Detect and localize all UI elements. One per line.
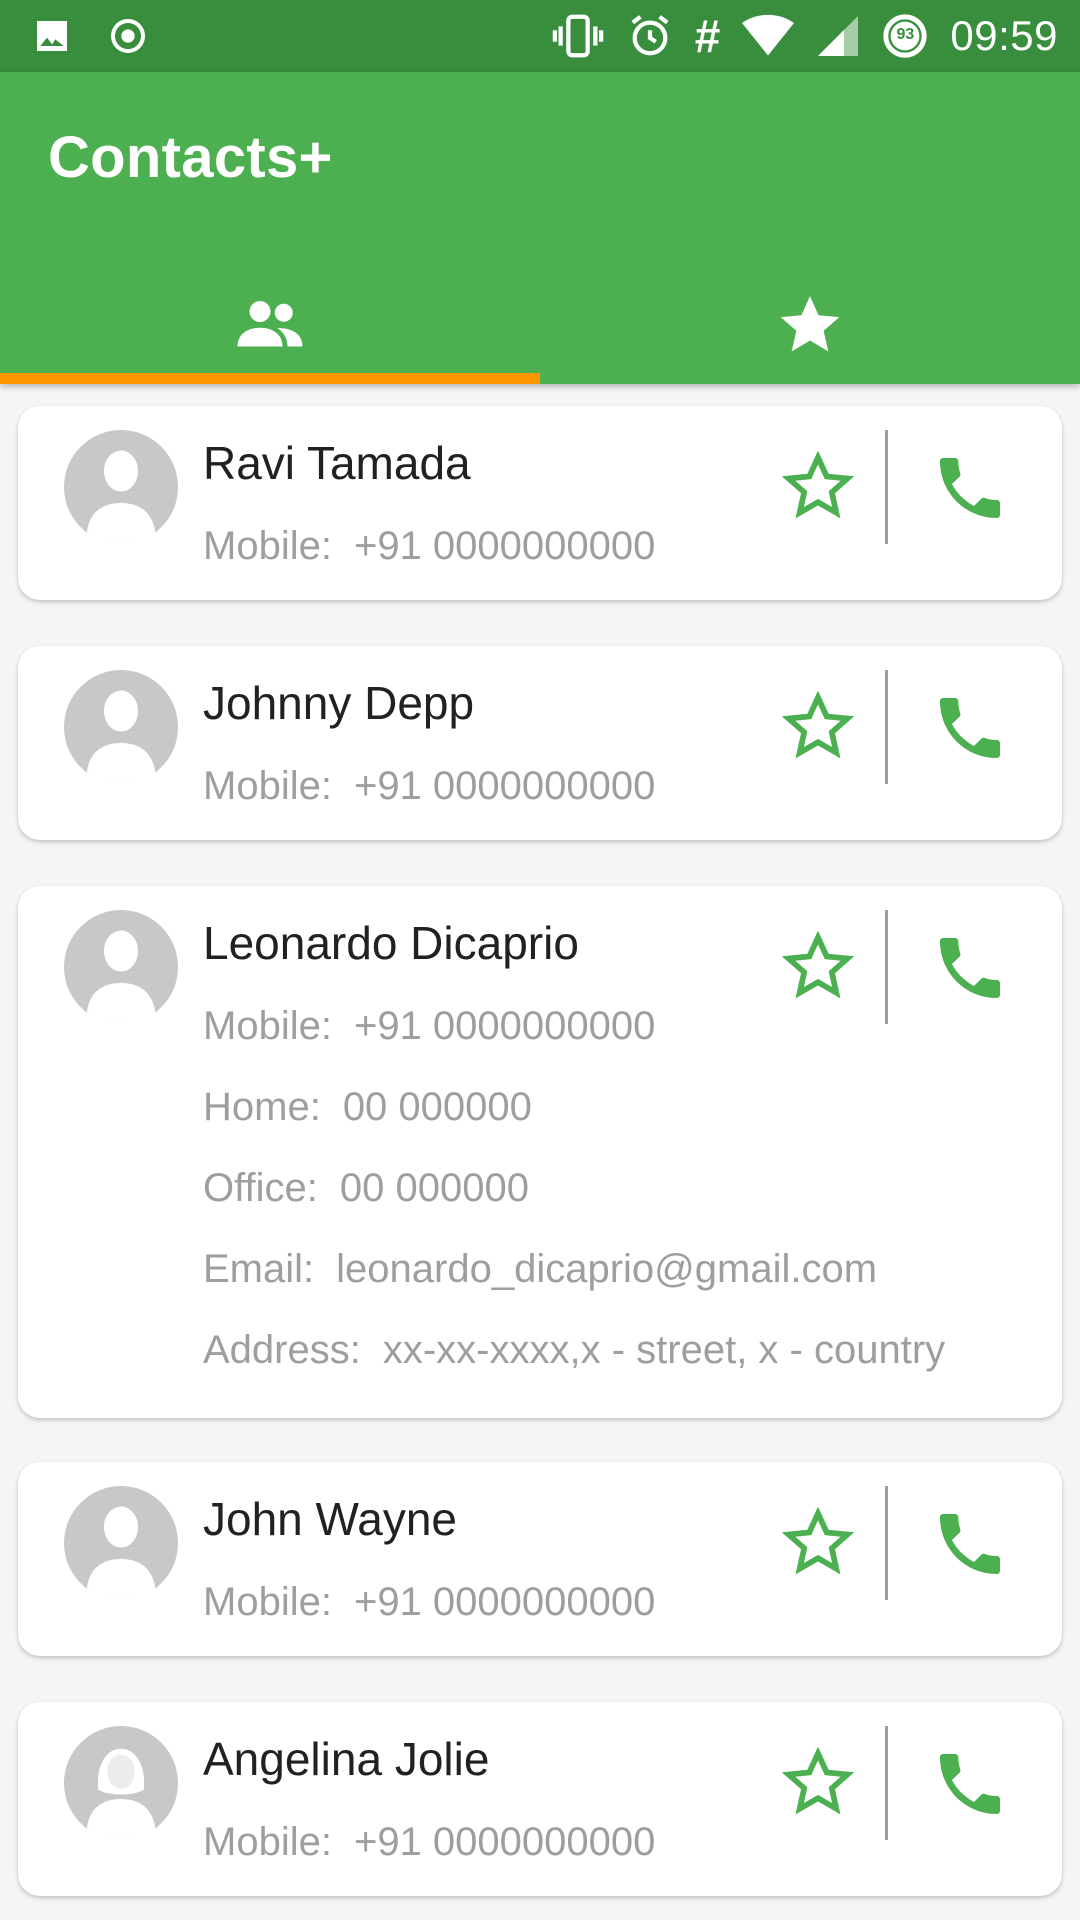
divider	[885, 430, 888, 544]
contact-card[interactable]: Ravi Tamada Mobile: +91 0000000000	[18, 406, 1062, 600]
favorite-star-icon[interactable]	[782, 1746, 854, 1818]
image-icon	[37, 21, 67, 51]
contact-name: John Wayne	[203, 1493, 457, 1545]
contact-detail: Office: 00 000000	[203, 1166, 529, 1211]
hash-icon: #	[694, 10, 721, 62]
male-avatar-icon	[64, 430, 178, 544]
tab-contacts[interactable]	[0, 264, 540, 384]
contact-detail: Mobile: +91 0000000000	[203, 1004, 655, 1049]
detail-label: Mobile:	[203, 1820, 332, 1864]
contact-detail: Email: leonardo_dicaprio@gmail.com	[203, 1247, 877, 1292]
status-right-icons: # 93 09:59	[551, 10, 1058, 62]
female-avatar-icon	[64, 1726, 178, 1840]
contact-card[interactable]: Angelina Jolie Mobile: +91 0000000000	[18, 1702, 1062, 1896]
detail-value: leonardo_dicaprio@gmail.com	[336, 1247, 878, 1291]
signal-icon	[818, 16, 859, 56]
favorite-star-icon[interactable]	[782, 1506, 854, 1578]
contact-detail: Mobile: +91 0000000000	[203, 764, 655, 809]
favorite-star-icon[interactable]	[782, 930, 854, 1002]
contact-name: Angelina Jolie	[203, 1733, 490, 1785]
detail-label: Home:	[203, 1085, 321, 1129]
contact-name: Leonardo Dicaprio	[203, 917, 579, 969]
contact-detail: Home: 00 000000	[203, 1085, 532, 1130]
contact-detail: Mobile: +91 0000000000	[203, 1820, 655, 1865]
tab-favorites[interactable]	[540, 264, 1080, 384]
battery-level: 93	[896, 26, 915, 43]
vibrate-icon	[552, 14, 604, 58]
contact-detail: Address: xx-xx-xxxx,x - street, x - count…	[203, 1328, 945, 1373]
star-icon	[780, 296, 840, 352]
contact-detail: Mobile: +91 0000000000	[203, 1580, 655, 1625]
detail-value: +91 0000000000	[353, 764, 656, 808]
battery-icon: 93	[882, 13, 928, 59]
detail-label: Mobile:	[203, 1580, 332, 1624]
status-left-icons	[32, 16, 148, 56]
detail-value: 00 000000	[339, 1166, 529, 1210]
tab-indicator	[0, 373, 540, 384]
alarm-icon	[631, 15, 669, 56]
contacts-icon	[237, 301, 303, 347]
contact-name: Ravi Tamada	[203, 437, 471, 489]
contact-name: Johnny Depp	[203, 677, 475, 729]
wifi-icon	[742, 14, 795, 56]
divider	[885, 670, 888, 784]
tab-bar	[0, 264, 1080, 384]
male-avatar-icon	[64, 910, 178, 1024]
male-avatar-icon	[64, 1486, 178, 1600]
contact-card[interactable]: John Wayne Mobile: +91 0000000000	[18, 1462, 1062, 1656]
phone-icon[interactable]	[930, 448, 1010, 528]
status-time: 09:59	[950, 12, 1058, 59]
detail-label: Email:	[203, 1247, 315, 1291]
divider	[885, 910, 888, 1024]
contact-detail: Mobile: +91 0000000000	[203, 524, 655, 569]
favorite-star-icon[interactable]	[782, 690, 854, 762]
detail-value: +91 0000000000	[353, 1004, 656, 1048]
detail-label: Mobile:	[203, 1004, 332, 1048]
detail-value: 00 000000	[342, 1085, 532, 1129]
phone-icon[interactable]	[930, 1744, 1010, 1824]
detail-value: +91 0000000000	[353, 524, 656, 568]
detail-label: Address:	[203, 1328, 361, 1372]
detail-value: xx-xx-xxxx,x - street, x - country	[382, 1328, 946, 1372]
app-title: Contacts+	[48, 125, 333, 190]
contact-card[interactable]: Leonardo Dicaprio Mobile: +91 0000000000 …	[18, 886, 1062, 1418]
detail-value: +91 0000000000	[353, 1820, 656, 1864]
detail-label: Mobile:	[203, 764, 332, 808]
phone-icon[interactable]	[930, 1504, 1010, 1584]
divider	[885, 1486, 888, 1600]
phone-icon[interactable]	[930, 688, 1010, 768]
favorite-star-icon[interactable]	[782, 450, 854, 522]
detail-label: Mobile:	[203, 524, 332, 568]
contact-card[interactable]: Johnny Depp Mobile: +91 0000000000	[18, 646, 1062, 840]
male-avatar-icon	[64, 670, 178, 784]
record-icon	[111, 19, 145, 53]
status-bar: # 93 09:59	[0, 0, 1080, 72]
divider	[885, 1726, 888, 1840]
app-bar: Contacts+	[0, 72, 1080, 384]
phone-icon[interactable]	[930, 928, 1010, 1008]
detail-label: Office:	[203, 1166, 318, 1210]
detail-value: +91 0000000000	[353, 1580, 656, 1624]
